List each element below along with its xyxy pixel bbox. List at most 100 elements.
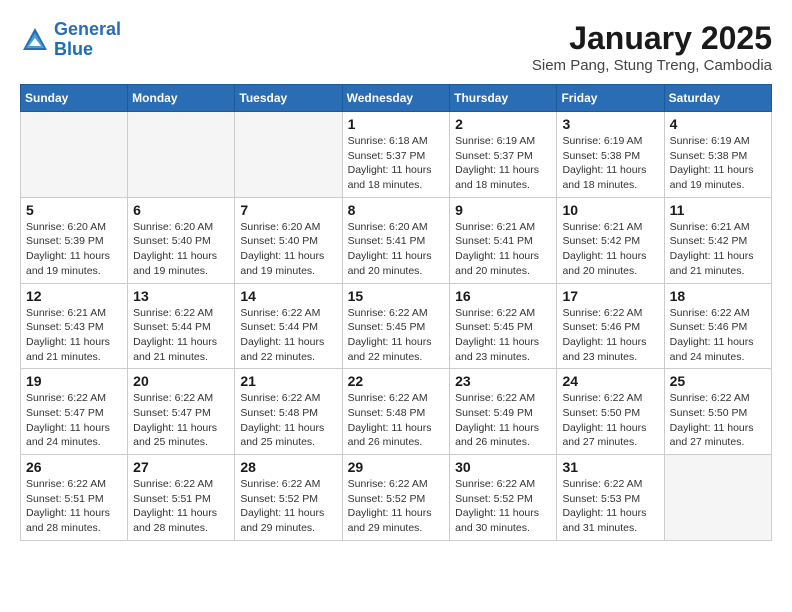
day-number: 30	[455, 459, 551, 475]
day-info: Sunrise: 6:19 AM Sunset: 5:37 PM Dayligh…	[455, 134, 551, 193]
logo-text: General Blue	[54, 20, 121, 60]
calendar-day-cell: 29Sunrise: 6:22 AM Sunset: 5:52 PM Dayli…	[342, 455, 450, 541]
day-info: Sunrise: 6:22 AM Sunset: 5:45 PM Dayligh…	[455, 306, 551, 365]
day-info: Sunrise: 6:22 AM Sunset: 5:44 PM Dayligh…	[133, 306, 229, 365]
day-info: Sunrise: 6:22 AM Sunset: 5:47 PM Dayligh…	[26, 391, 122, 450]
day-info: Sunrise: 6:22 AM Sunset: 5:46 PM Dayligh…	[670, 306, 766, 365]
calendar-day-cell: 4 Sunrise: 6:19 AM Sunset: 5:38 PM Daylig…	[664, 112, 771, 198]
calendar-day-cell: 1Sunrise: 6:18 AM Sunset: 5:37 PM Daylig…	[342, 112, 450, 198]
day-info: Sunrise: 6:20 AM Sunset: 5:39 PM Dayligh…	[26, 220, 122, 279]
calendar-table: SundayMondayTuesdayWednesdayThursdayFrid…	[20, 84, 772, 541]
calendar-day-cell: 28 Sunrise: 6:22 AM Sunset: 5:52 PM Dayli…	[235, 455, 342, 541]
day-of-week-header: Wednesday	[342, 85, 450, 112]
day-number: 28	[240, 459, 336, 475]
day-info: Sunrise: 6:19 AM Sunset: 5:38 PM Dayligh…	[562, 134, 658, 193]
calendar-day-cell: 16 Sunrise: 6:22 AM Sunset: 5:45 PM Dayli…	[450, 283, 557, 369]
day-number: 2	[455, 116, 551, 132]
day-number: 5	[26, 202, 122, 218]
calendar-day-cell: 25Sunrise: 6:22 AM Sunset: 5:50 PM Dayli…	[664, 369, 771, 455]
day-of-week-header: Tuesday	[235, 85, 342, 112]
day-of-week-header: Saturday	[664, 85, 771, 112]
calendar-week-row: 19 Sunrise: 6:22 AM Sunset: 5:47 PM Dayli…	[21, 369, 772, 455]
calendar-day-cell: 22Sunrise: 6:22 AM Sunset: 5:48 PM Dayli…	[342, 369, 450, 455]
day-number: 19	[26, 373, 122, 389]
calendar-day-cell: 2 Sunrise: 6:19 AM Sunset: 5:37 PM Daylig…	[450, 112, 557, 198]
day-info: Sunrise: 6:21 AM Sunset: 5:42 PM Dayligh…	[562, 220, 658, 279]
page-header: General Blue January 2025 Siem Pang, Stu…	[20, 20, 772, 74]
calendar-day-cell: 21Sunrise: 6:22 AM Sunset: 5:48 PM Dayli…	[235, 369, 342, 455]
calendar-day-cell: 11 Sunrise: 6:21 AM Sunset: 5:42 PM Dayli…	[664, 197, 771, 283]
day-number: 11	[670, 202, 766, 218]
day-number: 16	[455, 288, 551, 304]
day-info: Sunrise: 6:20 AM Sunset: 5:40 PM Dayligh…	[240, 220, 336, 279]
calendar-day-cell: 31 Sunrise: 6:22 AM Sunset: 5:53 PM Dayli…	[557, 455, 664, 541]
day-info: Sunrise: 6:22 AM Sunset: 5:51 PM Dayligh…	[26, 477, 122, 536]
day-info: Sunrise: 6:22 AM Sunset: 5:51 PM Dayligh…	[133, 477, 229, 536]
day-number: 8	[348, 202, 445, 218]
day-number: 3	[562, 116, 658, 132]
day-number: 7	[240, 202, 336, 218]
calendar-week-row: 12Sunrise: 6:21 AM Sunset: 5:43 PM Dayli…	[21, 283, 772, 369]
day-of-week-header: Friday	[557, 85, 664, 112]
calendar-day-cell: 10Sunrise: 6:21 AM Sunset: 5:42 PM Dayli…	[557, 197, 664, 283]
day-info: Sunrise: 6:22 AM Sunset: 5:46 PM Dayligh…	[562, 306, 658, 365]
day-number: 12	[26, 288, 122, 304]
location-subtitle: Siem Pang, Stung Treng, Cambodia	[532, 57, 772, 74]
calendar-day-cell: 23 Sunrise: 6:22 AM Sunset: 5:49 PM Dayli…	[450, 369, 557, 455]
day-number: 9	[455, 202, 551, 218]
day-info: Sunrise: 6:22 AM Sunset: 5:49 PM Dayligh…	[455, 391, 551, 450]
day-number: 23	[455, 373, 551, 389]
day-number: 4	[670, 116, 766, 132]
day-number: 24	[562, 373, 658, 389]
logo-icon	[20, 25, 50, 55]
calendar-day-cell: 18 Sunrise: 6:22 AM Sunset: 5:46 PM Dayli…	[664, 283, 771, 369]
calendar-day-cell: 20 Sunrise: 6:22 AM Sunset: 5:47 PM Dayli…	[128, 369, 235, 455]
calendar-day-cell	[235, 112, 342, 198]
logo: General Blue	[20, 20, 121, 60]
calendar-day-cell: 5 Sunrise: 6:20 AM Sunset: 5:39 PM Daylig…	[21, 197, 128, 283]
day-info: Sunrise: 6:19 AM Sunset: 5:38 PM Dayligh…	[670, 134, 766, 193]
calendar-day-cell: 13 Sunrise: 6:22 AM Sunset: 5:44 PM Dayli…	[128, 283, 235, 369]
calendar-day-cell: 14Sunrise: 6:22 AM Sunset: 5:44 PM Dayli…	[235, 283, 342, 369]
day-info: Sunrise: 6:20 AM Sunset: 5:40 PM Dayligh…	[133, 220, 229, 279]
day-number: 6	[133, 202, 229, 218]
day-info: Sunrise: 6:18 AM Sunset: 5:37 PM Dayligh…	[348, 134, 445, 193]
month-title: January 2025	[532, 20, 772, 57]
calendar-day-cell: 30Sunrise: 6:22 AM Sunset: 5:52 PM Dayli…	[450, 455, 557, 541]
calendar-day-cell: 19 Sunrise: 6:22 AM Sunset: 5:47 PM Dayli…	[21, 369, 128, 455]
calendar-day-cell: 3 Sunrise: 6:19 AM Sunset: 5:38 PM Daylig…	[557, 112, 664, 198]
day-of-week-header: Sunday	[21, 85, 128, 112]
calendar-day-cell: 8 Sunrise: 6:20 AM Sunset: 5:41 PM Daylig…	[342, 197, 450, 283]
calendar-day-cell: 17Sunrise: 6:22 AM Sunset: 5:46 PM Dayli…	[557, 283, 664, 369]
day-info: Sunrise: 6:22 AM Sunset: 5:53 PM Dayligh…	[562, 477, 658, 536]
calendar-day-cell: 24 Sunrise: 6:22 AM Sunset: 5:50 PM Dayli…	[557, 369, 664, 455]
calendar-week-row: 1Sunrise: 6:18 AM Sunset: 5:37 PM Daylig…	[21, 112, 772, 198]
day-number: 14	[240, 288, 336, 304]
calendar-day-cell: 27 Sunrise: 6:22 AM Sunset: 5:51 PM Dayli…	[128, 455, 235, 541]
calendar-day-cell	[664, 455, 771, 541]
calendar-day-cell: 7 Sunrise: 6:20 AM Sunset: 5:40 PM Daylig…	[235, 197, 342, 283]
day-of-week-header: Monday	[128, 85, 235, 112]
day-number: 15	[348, 288, 445, 304]
calendar-day-cell: 12Sunrise: 6:21 AM Sunset: 5:43 PM Dayli…	[21, 283, 128, 369]
calendar-week-row: 26Sunrise: 6:22 AM Sunset: 5:51 PM Dayli…	[21, 455, 772, 541]
calendar-day-cell: 15Sunrise: 6:22 AM Sunset: 5:45 PM Dayli…	[342, 283, 450, 369]
calendar-header-row: SundayMondayTuesdayWednesdayThursdayFrid…	[21, 85, 772, 112]
calendar-day-cell: 6 Sunrise: 6:20 AM Sunset: 5:40 PM Daylig…	[128, 197, 235, 283]
day-info: Sunrise: 6:21 AM Sunset: 5:42 PM Dayligh…	[670, 220, 766, 279]
day-of-week-header: Thursday	[450, 85, 557, 112]
day-number: 31	[562, 459, 658, 475]
day-number: 18	[670, 288, 766, 304]
day-number: 25	[670, 373, 766, 389]
day-number: 20	[133, 373, 229, 389]
day-info: Sunrise: 6:22 AM Sunset: 5:50 PM Dayligh…	[562, 391, 658, 450]
day-number: 13	[133, 288, 229, 304]
day-info: Sunrise: 6:21 AM Sunset: 5:41 PM Dayligh…	[455, 220, 551, 279]
day-info: Sunrise: 6:20 AM Sunset: 5:41 PM Dayligh…	[348, 220, 445, 279]
day-info: Sunrise: 6:22 AM Sunset: 5:52 PM Dayligh…	[348, 477, 445, 536]
day-number: 27	[133, 459, 229, 475]
day-info: Sunrise: 6:22 AM Sunset: 5:52 PM Dayligh…	[240, 477, 336, 536]
day-info: Sunrise: 6:22 AM Sunset: 5:47 PM Dayligh…	[133, 391, 229, 450]
day-info: Sunrise: 6:22 AM Sunset: 5:48 PM Dayligh…	[348, 391, 445, 450]
calendar-week-row: 5 Sunrise: 6:20 AM Sunset: 5:39 PM Daylig…	[21, 197, 772, 283]
